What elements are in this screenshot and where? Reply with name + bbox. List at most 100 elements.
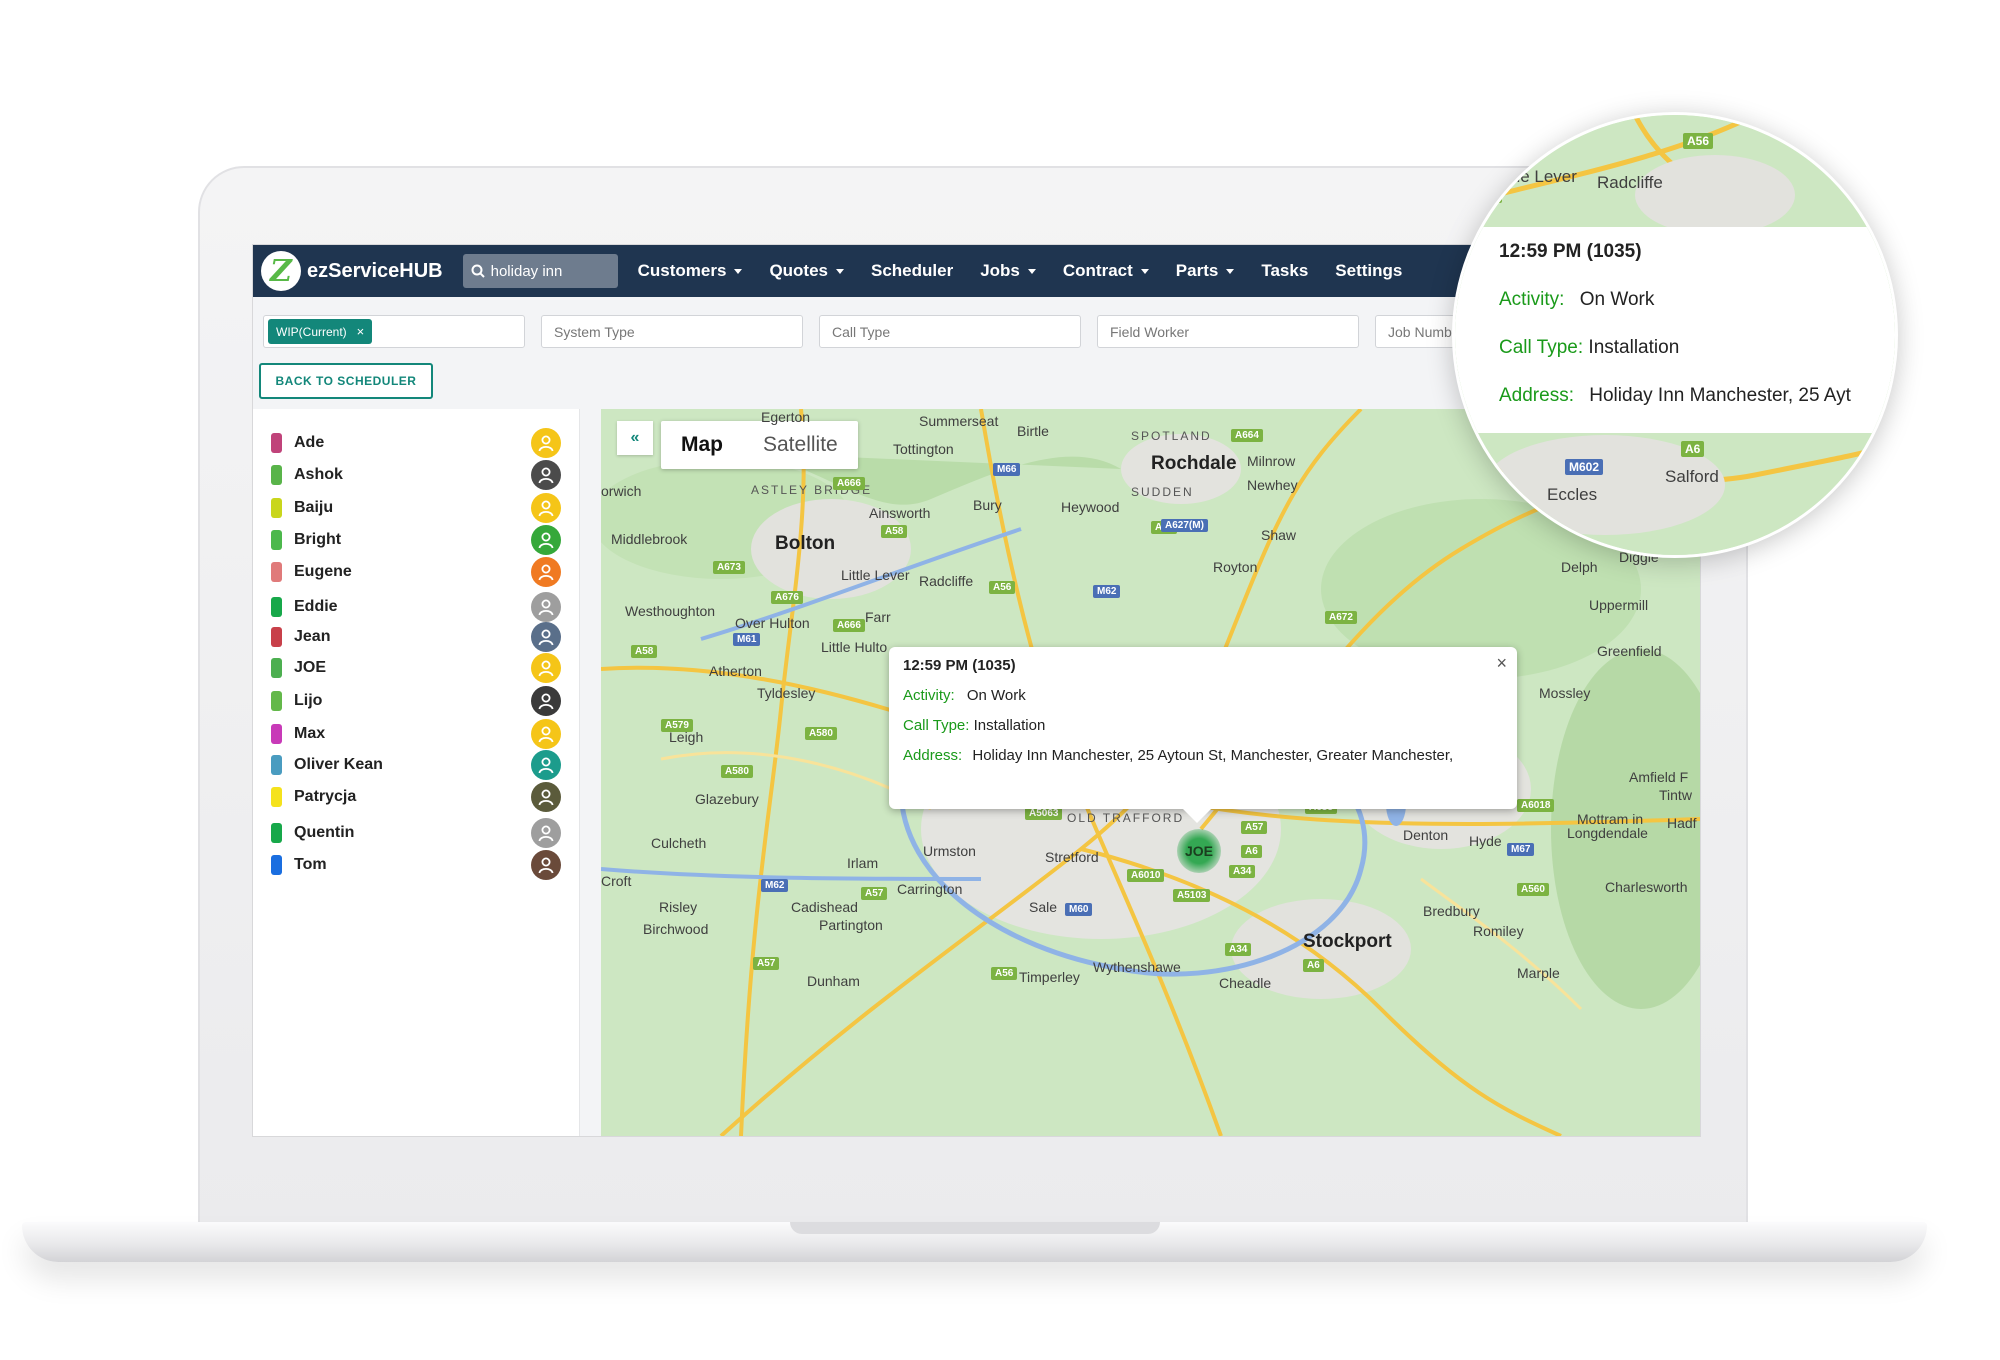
satellite-tab[interactable]: Satellite (743, 421, 858, 469)
worker-name: Eugene (294, 563, 352, 580)
back-to-scheduler-button[interactable]: BACK TO SCHEDULER (259, 363, 433, 399)
zoom-address-value: Holiday Inn Manchester, 25 Ayt (1589, 385, 1851, 406)
worker-row[interactable]: Jean (271, 621, 561, 653)
close-icon[interactable]: × (1496, 653, 1507, 674)
map-place-label: Tottington (893, 441, 954, 457)
worker-row[interactable]: Ade (271, 427, 561, 459)
nav-label: Quotes (769, 261, 828, 280)
worker-color-swatch (271, 658, 282, 678)
status-filter[interactable]: WIP(Current) × (263, 315, 525, 348)
map-place-label: Carrington (897, 881, 963, 897)
road-number-badge: A34 (1225, 943, 1252, 956)
logo-mark-icon: Z (261, 251, 301, 291)
nav-settings[interactable]: Settings (1335, 261, 1402, 281)
field-worker-placeholder: Field Worker (1110, 323, 1190, 340)
worker-name: Tom (294, 856, 327, 873)
brand-logo[interactable]: Z ezServiceHUB (261, 251, 443, 291)
road-number-badge: A57 (1241, 821, 1268, 834)
address-label: Address: (903, 747, 963, 764)
nav-customers[interactable]: Customers (638, 261, 743, 281)
popup-call-type: Call Type: Installation (903, 717, 1045, 734)
map-place-label: Romiley (1473, 923, 1524, 939)
nav-tasks[interactable]: Tasks (1261, 261, 1308, 281)
nav-label: Jobs (980, 261, 1020, 280)
search-value: holiday inn (490, 262, 563, 280)
zoom-place-label: Salford (1665, 467, 1719, 486)
road-number-badge: M62 (1093, 585, 1121, 598)
zoom-place-label: ttle Lever (1507, 167, 1577, 186)
user-avatar-icon (531, 525, 561, 555)
map-place-label: Stockport (1303, 931, 1392, 952)
system-type-select[interactable]: System Type (541, 315, 803, 348)
worker-row[interactable]: Ashok (271, 459, 561, 491)
nav-label: Contract (1062, 261, 1133, 280)
map-place-label: Marple (1517, 965, 1560, 981)
status-chip[interactable]: WIP(Current) × (268, 319, 373, 344)
worker-row[interactable]: Lijo (271, 685, 561, 717)
worker-color-swatch (271, 691, 282, 711)
nav-contract[interactable]: Contract (1063, 261, 1149, 281)
map-place-label: Radcliffe (919, 573, 974, 589)
chip-remove-icon[interactable]: × (357, 324, 365, 339)
main-menu: Customers Quotes Scheduler Jobs Contract Part… (638, 261, 1430, 281)
map-place-label: Tintw (1659, 787, 1692, 803)
user-avatar-icon (531, 493, 561, 523)
user-avatar-icon (531, 428, 561, 458)
map-place-label: Irlam (847, 855, 879, 871)
zoomed-popup-callout: ttle LeverRadcliffetcEcclesSalfordA56A66… (1452, 112, 1898, 558)
map-place-label: Birtle (1017, 423, 1049, 439)
worker-row[interactable]: Bright (271, 524, 561, 556)
road-number-badge: A57 (861, 887, 888, 900)
road-number-badge: A580 (721, 765, 753, 778)
map-place-label: Rochdale (1151, 453, 1237, 474)
map-place-label: Birchwood (643, 921, 709, 937)
worker-name: Patrycja (294, 788, 357, 805)
worker-row[interactable]: Max (271, 718, 561, 750)
worker-row[interactable]: Baiju (271, 492, 561, 524)
user-avatar-icon (531, 460, 561, 490)
worker-row[interactable]: Eddie (271, 591, 561, 623)
worker-color-swatch (271, 787, 282, 807)
nav-quotes[interactable]: Quotes (769, 261, 844, 281)
map-place-label: Uppermill (1589, 597, 1649, 613)
road-number-badge: A6 (1241, 845, 1262, 858)
nav-label: Settings (1335, 261, 1403, 280)
road-number-badge: M66 (993, 463, 1021, 476)
zoom-call-type-value: Installation (1588, 337, 1680, 358)
map-place-label: SPOTLAND (1131, 429, 1212, 443)
user-avatar-icon (531, 557, 561, 587)
worker-row[interactable]: Oliver Kean (271, 749, 561, 781)
map-tab[interactable]: Map (661, 421, 743, 469)
worker-list: Ade Ashok Baiju Bright Eugene Eddie Jean JOE Lij… (253, 409, 580, 1136)
nav-scheduler[interactable]: Scheduler (871, 261, 953, 281)
worker-color-swatch (271, 855, 282, 875)
field-worker-select[interactable]: Field Worker (1097, 315, 1359, 348)
map-place-label: Middlebrook (611, 531, 688, 547)
worker-name: Oliver Kean (294, 756, 383, 773)
map-place-label: Risley (659, 899, 698, 915)
map-place-label: Little Lever (841, 567, 910, 583)
worker-row[interactable]: Patrycja (271, 781, 561, 813)
worker-row[interactable]: Tom (271, 849, 561, 881)
worker-name: JOE (294, 659, 327, 676)
road-number-badge: A58 (631, 645, 658, 658)
job-number-placeholder: Job Numb (1388, 323, 1452, 340)
road-number-badge: A6010 (1127, 869, 1165, 882)
worker-row[interactable]: Eugene (271, 556, 561, 588)
zoom-activity-value: On Work (1579, 289, 1655, 310)
collapse-panel-button[interactable]: « (617, 421, 653, 455)
worker-location-marker[interactable]: JOE (1177, 829, 1221, 873)
zoom-address-label: Address: (1499, 385, 1574, 406)
global-search-input[interactable]: holiday inn (462, 254, 618, 288)
road-number-badge: A34 (1229, 865, 1256, 878)
call-type-select[interactable]: Call Type (819, 315, 1081, 348)
map-place-label: Heywood (1061, 499, 1120, 515)
worker-row[interactable]: JOE (271, 652, 561, 684)
zoom-call-type: Call Type: Installation (1499, 337, 1679, 359)
map-place-label: Westhoughton (625, 603, 716, 619)
nav-parts[interactable]: Parts (1176, 261, 1235, 281)
map-place-label: Urmston (923, 843, 976, 859)
nav-jobs[interactable]: Jobs (980, 261, 1036, 281)
map-place-label: Farr (865, 609, 891, 625)
worker-row[interactable]: Quentin (271, 817, 561, 849)
